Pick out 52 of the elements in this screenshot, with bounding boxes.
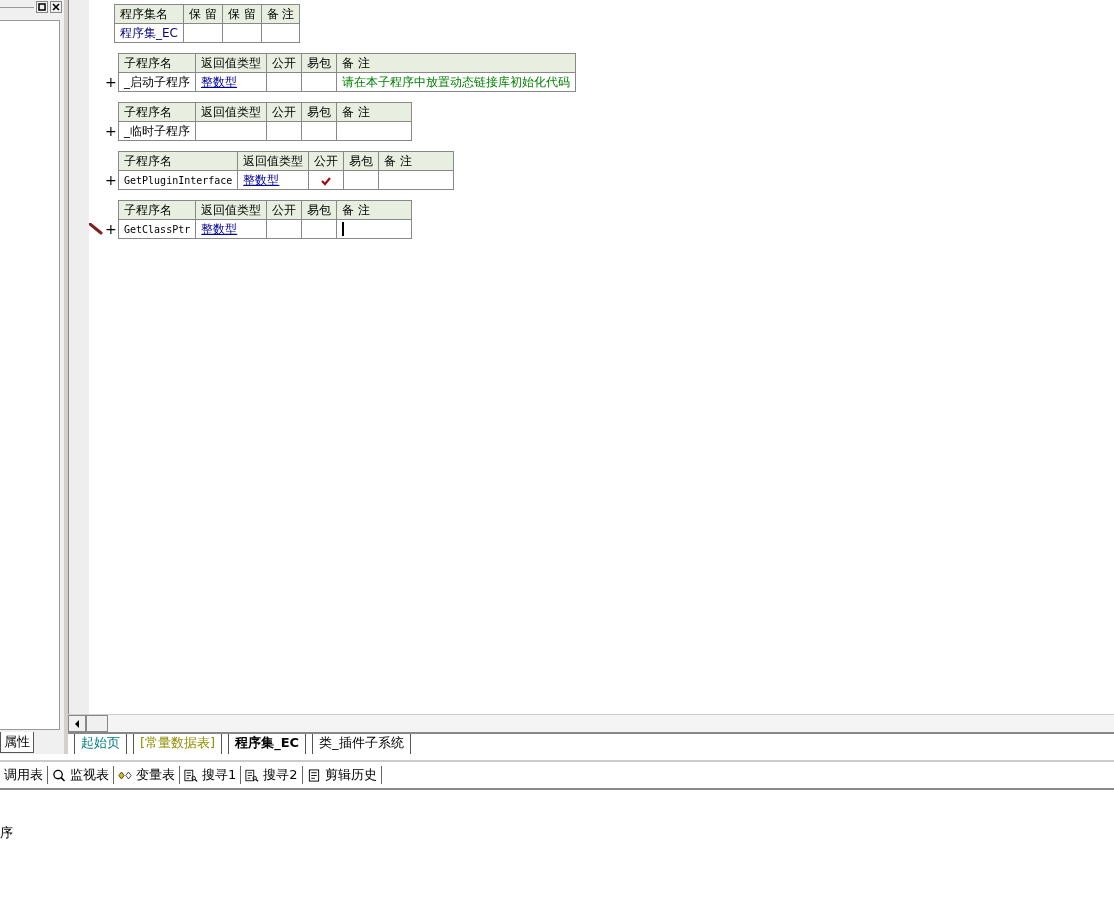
- find-in-page-icon: [245, 768, 260, 782]
- column-header: 易包: [301, 102, 337, 122]
- editor-tab[interactable]: [常量数据表]: [133, 734, 223, 754]
- column-header: 返回值类型: [237, 151, 309, 171]
- toolbar-button[interactable]: 监视表: [48, 766, 114, 784]
- expand-button[interactable]: +: [105, 72, 114, 92]
- toolbar-button[interactable]: 搜寻2: [241, 766, 303, 784]
- column-header: 返回值类型: [195, 53, 267, 73]
- column-header: 备 注: [336, 53, 576, 73]
- output-text: 序: [0, 825, 13, 840]
- document-icon: [306, 768, 321, 782]
- find-in-page-icon: [184, 768, 198, 782]
- close-icon[interactable]: [50, 1, 62, 13]
- column-header: 公开: [266, 200, 302, 220]
- toolbar-button[interactable]: 搜寻1: [180, 766, 242, 784]
- magnifier-icon: [52, 768, 66, 782]
- editor-tab[interactable]: 起始页: [74, 734, 127, 754]
- editor-tab[interactable]: 类_插件子系统: [312, 734, 411, 754]
- column-header: 易包: [343, 151, 379, 171]
- restore-icon[interactable]: [36, 1, 48, 13]
- properties-tab[interactable]: 属性: [0, 732, 34, 753]
- column-header: 程序集名: [114, 4, 184, 24]
- column-header: 公开: [266, 53, 302, 73]
- column-header: 易包: [301, 53, 337, 73]
- toolbar-button[interactable]: 变量表: [114, 766, 180, 784]
- column-header: 子程序名: [118, 200, 196, 220]
- column-header: 易包: [301, 200, 337, 220]
- column-header: 返回值类型: [195, 102, 267, 122]
- expand-button[interactable]: +: [105, 121, 114, 141]
- column-header: 保 留: [222, 4, 262, 24]
- text-cursor: [342, 222, 345, 237]
- expand-button[interactable]: +: [105, 170, 114, 190]
- scrollbar-thumb[interactable]: [86, 715, 108, 732]
- column-header: 子程序名: [118, 102, 196, 122]
- check-icon[interactable]: [320, 175, 333, 186]
- column-header: 备 注: [336, 102, 412, 122]
- expand-button[interactable]: +: [105, 219, 114, 239]
- column-header: 公开: [308, 151, 344, 171]
- left-arrow-icon: [74, 719, 80, 728]
- column-header: 子程序名: [118, 151, 238, 171]
- column-header: 返回值类型: [195, 200, 267, 220]
- column-header: 保 留: [183, 4, 223, 24]
- column-header: 公开: [266, 102, 302, 122]
- column-header: 备 注: [378, 151, 454, 171]
- column-header: 子程序名: [118, 53, 196, 73]
- column-header: 备 注: [261, 4, 300, 24]
- scroll-left-button[interactable]: [68, 715, 86, 732]
- toolbar-button[interactable]: 调用表: [0, 766, 48, 784]
- toolbar-button[interactable]: 剪辑历史: [302, 766, 382, 784]
- column-header: 备 注: [336, 200, 412, 220]
- remark-text: 请在本子程序中放置动态链接库初始化代码: [342, 74, 570, 89]
- editor-tab[interactable]: 程序集_EC: [228, 734, 307, 754]
